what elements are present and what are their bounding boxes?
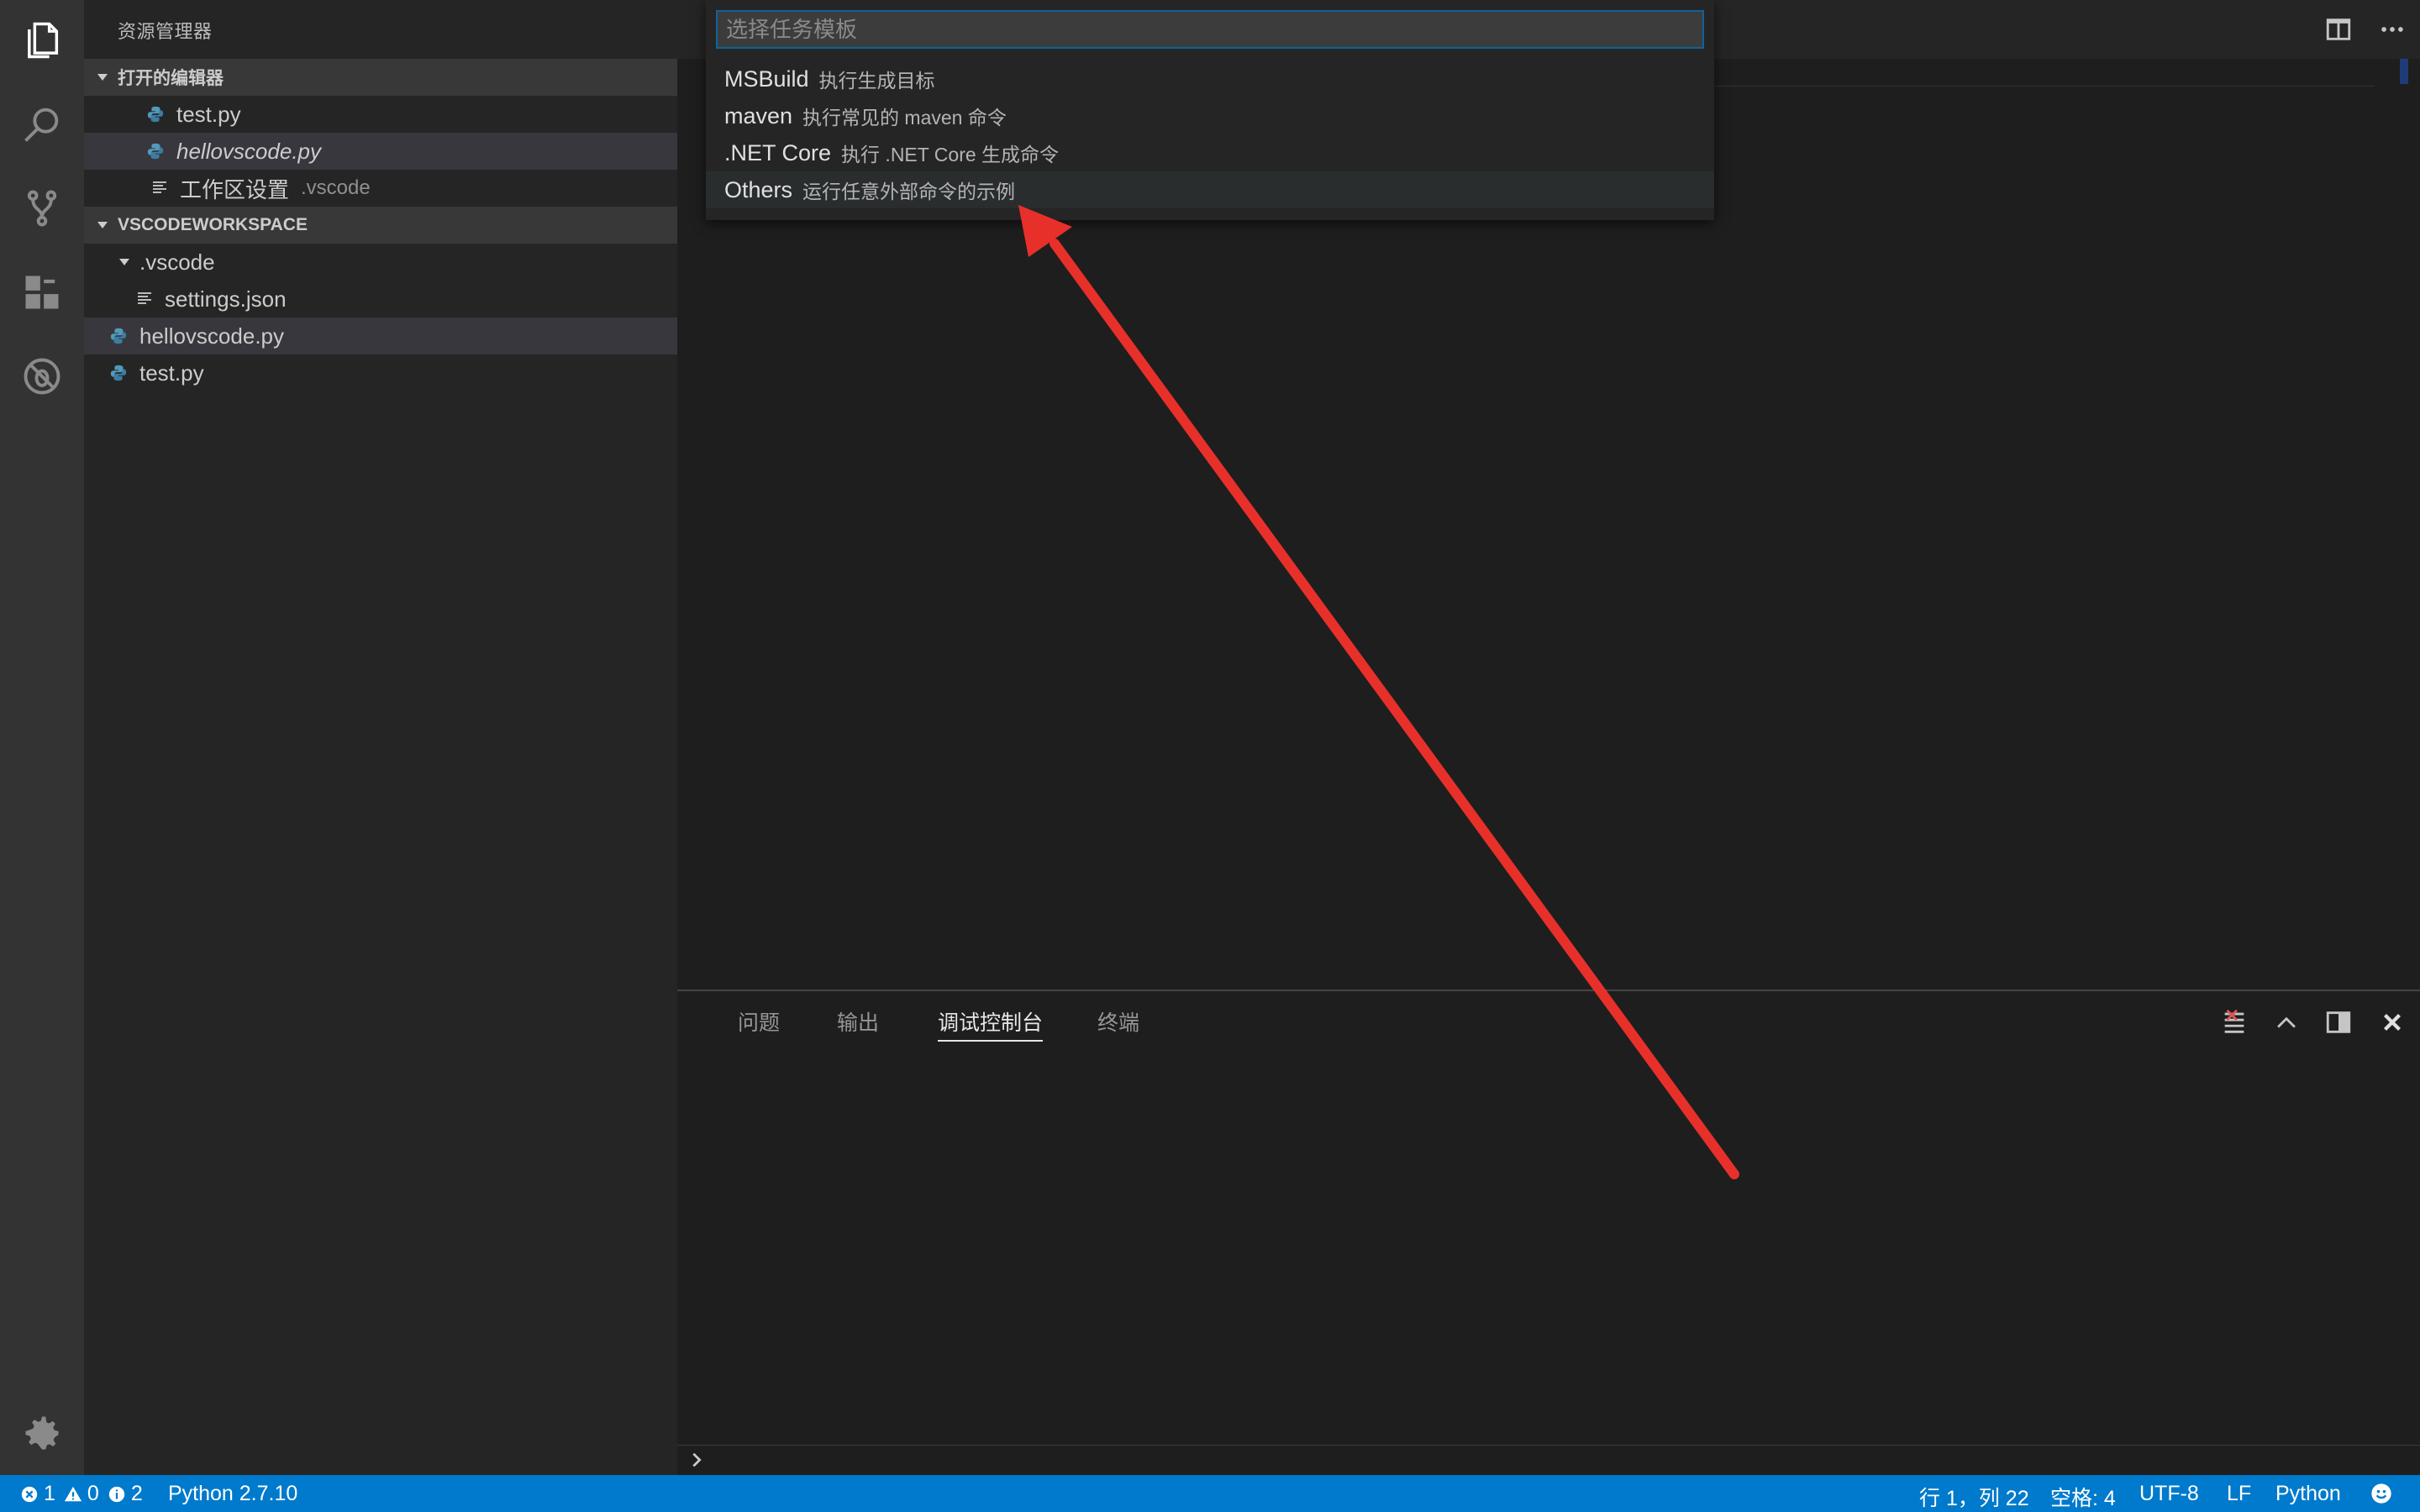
open-editor-workspace-settings[interactable]: 工作区设置 .vscode bbox=[84, 170, 677, 207]
tree-item-label: settings.json bbox=[165, 286, 287, 312]
workspace-title: VSCODEWORKSPACE bbox=[118, 215, 308, 234]
python-interpreter[interactable]: Python 2.7.10 bbox=[168, 1482, 297, 1506]
quick-pick-description: 执行 .NET Core 生成命令 bbox=[841, 144, 1060, 165]
gear-icon[interactable] bbox=[17, 1408, 67, 1458]
chevron-right-icon bbox=[692, 1452, 702, 1467]
cursor-position[interactable]: 行 1，列 22 bbox=[1919, 1482, 2029, 1512]
json-file-icon bbox=[138, 292, 151, 304]
open-editor-label: hellovscode.py bbox=[176, 138, 321, 164]
interpreter-label: Python 2.7.10 bbox=[168, 1482, 298, 1505]
tree-file-test-py[interactable]: test.py bbox=[84, 354, 677, 391]
open-editors-title: 打开的编辑器 bbox=[118, 69, 224, 88]
chevron-down-icon bbox=[97, 74, 108, 81]
task-template-quick-pick: MSBuild 执行生成目标 maven 执行常见的 maven 命令 .NET… bbox=[706, 0, 1714, 220]
workspace-header[interactable]: VSCODEWORKSPACE bbox=[84, 207, 677, 244]
python-file-icon bbox=[110, 328, 127, 344]
line-ending[interactable]: LF bbox=[2227, 1482, 2251, 1506]
open-editor-test-py[interactable]: test.py bbox=[84, 96, 677, 133]
extensions-icon[interactable] bbox=[17, 267, 67, 318]
quick-pick-description: 执行常见的 maven 命令 bbox=[802, 107, 1007, 129]
problems-indicator[interactable]: 1 0 2 bbox=[20, 1482, 143, 1506]
open-editor-label: test.py bbox=[176, 101, 241, 127]
split-editor-icon[interactable] bbox=[2324, 15, 2353, 44]
line-ending-label: LF bbox=[2227, 1482, 2252, 1505]
close-icon[interactable] bbox=[2378, 1008, 2407, 1037]
error-icon bbox=[21, 1486, 38, 1502]
quick-pick-item-maven[interactable]: maven 执行常见的 maven 命令 bbox=[706, 97, 1714, 134]
tab-terminal[interactable]: 终端 bbox=[1097, 1006, 1139, 1037]
debug-icon[interactable] bbox=[17, 351, 67, 402]
language-mode[interactable]: Python bbox=[2275, 1482, 2341, 1506]
task-template-input[interactable] bbox=[716, 10, 1704, 49]
chevron-down-icon bbox=[97, 222, 108, 228]
quick-pick-description: 运行任意外部命令的示例 bbox=[802, 181, 1016, 202]
tab-debug-console[interactable]: 调试控制台 bbox=[938, 1006, 1044, 1042]
encoding[interactable]: UTF-8 bbox=[2139, 1482, 2199, 1506]
open-editor-label: 工作区设置 bbox=[180, 176, 290, 202]
tree-item-label: test.py bbox=[139, 360, 204, 386]
cursor-position-label: 行 1，列 22 bbox=[1919, 1487, 2029, 1510]
smiley-icon bbox=[2371, 1483, 2391, 1504]
open-editor-hellovscode-py[interactable]: hellovscode.py bbox=[84, 133, 677, 170]
quick-pick-item-others[interactable]: Others 运行任意外部命令的示例 bbox=[706, 171, 1714, 208]
language-label: Python bbox=[2275, 1482, 2341, 1505]
info-icon bbox=[108, 1486, 124, 1502]
clear-console-icon[interactable] bbox=[2220, 1008, 2249, 1037]
files-icon[interactable] bbox=[17, 15, 67, 66]
bottom-panel: 问题 输出 调试控制台 终端 bbox=[677, 990, 2420, 1477]
quick-pick-label: MSBuild bbox=[724, 66, 809, 92]
info-count: 2 bbox=[130, 1482, 143, 1505]
warning-count: 0 bbox=[87, 1482, 99, 1505]
debug-console-input[interactable] bbox=[677, 1445, 2420, 1476]
source-control-icon[interactable] bbox=[17, 183, 67, 234]
tab-output[interactable]: 输出 bbox=[837, 1006, 879, 1037]
indentation[interactable]: 空格: 4 bbox=[2050, 1482, 2116, 1512]
tree-file-settings-json[interactable]: settings.json bbox=[84, 281, 677, 318]
scrollbar-marker bbox=[2400, 59, 2408, 84]
search-icon[interactable] bbox=[17, 99, 67, 150]
quick-pick-label: Others bbox=[724, 176, 793, 202]
quick-pick-item-msbuild[interactable]: MSBuild 执行生成目标 bbox=[706, 60, 1714, 97]
open-editors-header[interactable]: 打开的编辑器 bbox=[84, 59, 677, 96]
maximize-panel-icon[interactable] bbox=[2272, 1008, 2301, 1037]
tree-item-label: hellovscode.py bbox=[139, 323, 284, 349]
feedback[interactable] bbox=[2370, 1482, 2398, 1505]
tab-problems[interactable]: 问题 bbox=[738, 1006, 780, 1037]
python-file-icon bbox=[147, 106, 164, 123]
more-icon[interactable] bbox=[2378, 15, 2407, 44]
error-count: 1 bbox=[44, 1482, 55, 1505]
warning-icon bbox=[64, 1486, 82, 1501]
activity-bar bbox=[0, 0, 84, 1475]
editor-line-highlight bbox=[1702, 86, 2375, 87]
tree-folder-vscode[interactable]: .vscode bbox=[84, 244, 677, 281]
quick-pick-description: 执行生成目标 bbox=[818, 70, 935, 92]
tree-item-label: .vscode bbox=[139, 249, 215, 275]
status-bar: 1 0 2 Python 2.7.10 行 1，列 22 空格: 4 UTF-8… bbox=[0, 1475, 2420, 1512]
settings-file-icon bbox=[153, 181, 166, 193]
chevron-down-icon bbox=[119, 259, 129, 265]
quick-pick-label: maven bbox=[724, 102, 793, 129]
explorer-sidebar: 资源管理器 打开的编辑器 test.py hellovscode.py 工作区设… bbox=[84, 0, 677, 1475]
python-file-icon bbox=[110, 365, 127, 381]
open-editor-detail: .vscode bbox=[301, 176, 371, 199]
python-file-icon bbox=[147, 143, 164, 160]
sidebar-title: 资源管理器 bbox=[118, 21, 213, 42]
tree-file-hellovscode-py[interactable]: hellovscode.py bbox=[84, 318, 677, 354]
quick-pick-item-dotnet-core[interactable]: .NET Core 执行 .NET Core 生成命令 bbox=[706, 134, 1714, 171]
toggle-panel-position-icon[interactable] bbox=[2324, 1008, 2353, 1037]
encoding-label: UTF-8 bbox=[2139, 1482, 2199, 1505]
quick-pick-label: .NET Core bbox=[724, 139, 832, 165]
indentation-label: 空格: 4 bbox=[2050, 1487, 2116, 1510]
